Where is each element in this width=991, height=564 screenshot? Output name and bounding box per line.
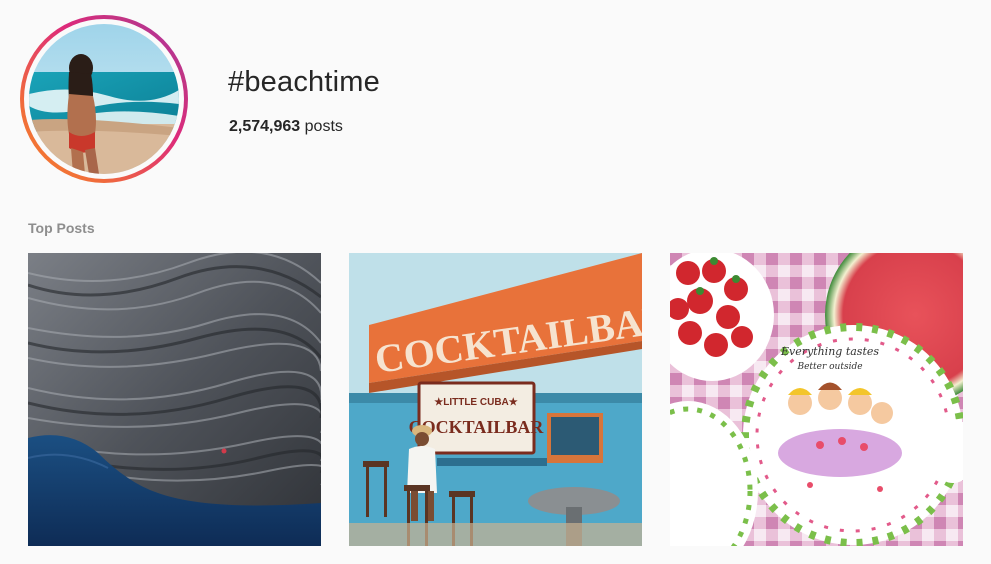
hashtag-avatar-ring[interactable] [20, 15, 188, 183]
post-count-number: 2,574,963 [229, 118, 301, 135]
hashtag-avatar[interactable] [29, 24, 179, 174]
post-image-picnic: Everything tastes Better outside [670, 253, 963, 546]
post-tile-cliff[interactable] [28, 253, 321, 546]
avatar-beach-image [29, 24, 179, 174]
post-count-unit: posts [304, 118, 343, 135]
top-posts-grid: COCKTAILBAR ★LITTLE CUBA★ COCKTAILBAR Ev… [28, 253, 963, 546]
page-title: #beachtime [228, 66, 380, 98]
post-count: 2,574,963 posts [229, 117, 343, 137]
hashtag-page: #beachtime 2,574,963 posts Top Posts COC… [0, 0, 991, 564]
post-tile-cocktail-bar[interactable]: COCKTAILBAR ★LITTLE CUBA★ COCKTAILBAR [349, 253, 642, 546]
plate-text-line1: Everything tastes [780, 345, 879, 358]
post-image-cocktail-bar: COCKTAILBAR ★LITTLE CUBA★ COCKTAILBAR [349, 253, 642, 546]
post-image-cliff [28, 253, 321, 546]
plate-text-line2: Better outside [796, 362, 862, 372]
small-sign-top-text: ★LITTLE CUBA★ [434, 397, 518, 408]
avatar-border [24, 19, 184, 179]
top-posts-heading: Top Posts [28, 220, 95, 236]
post-tile-picnic[interactable]: Everything tastes Better outside [670, 253, 963, 546]
